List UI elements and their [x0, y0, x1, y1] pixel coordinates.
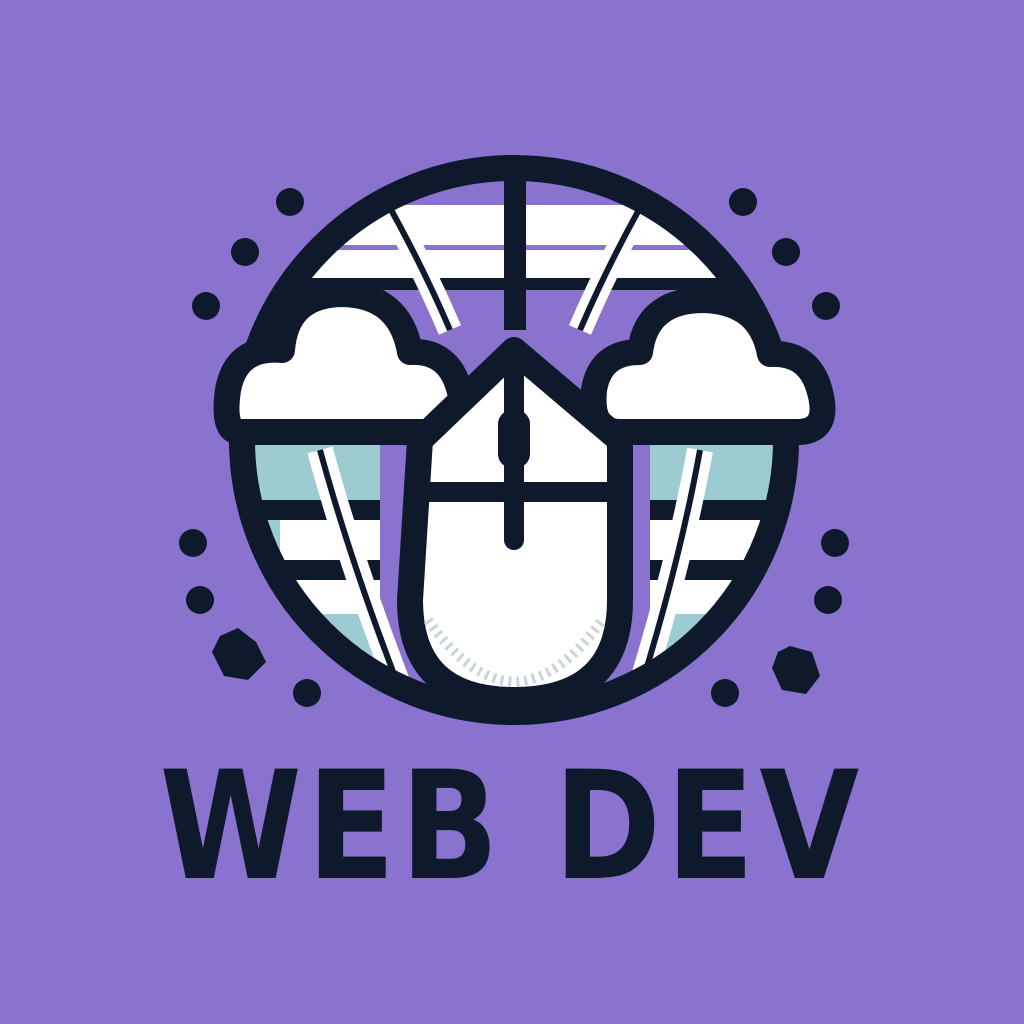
- mouse-icon: [397, 337, 633, 713]
- emblem: [179, 155, 849, 725]
- logo-wordmark: WEB DEV: [159, 740, 865, 914]
- logo: WEB DEV: [0, 0, 1024, 1024]
